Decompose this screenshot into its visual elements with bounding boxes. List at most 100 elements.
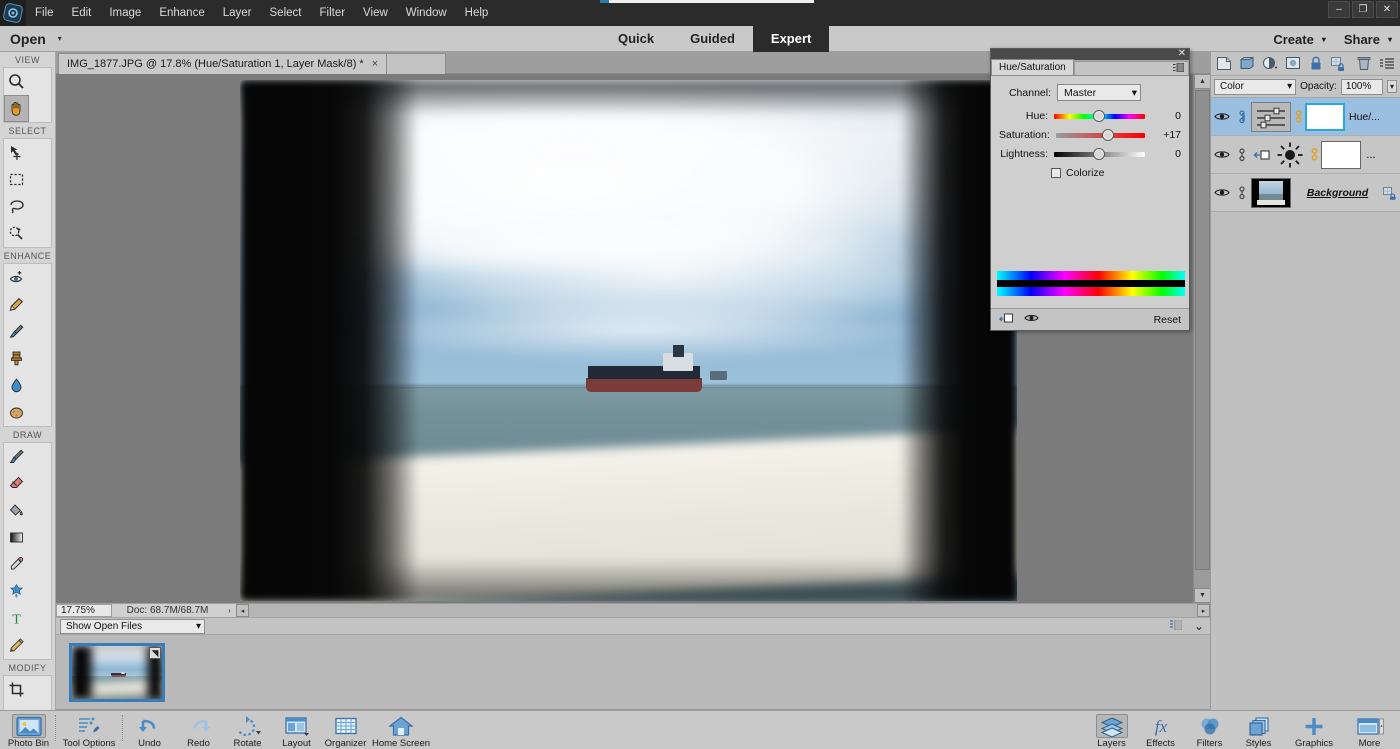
layer-row-brightness-contrast[interactable]: ...: [1211, 136, 1400, 174]
photo-bin-thumbnail[interactable]: ◥: [69, 643, 165, 702]
pencil-tool[interactable]: [4, 632, 29, 659]
clipping-mask-icon[interactable]: [1251, 148, 1273, 162]
create-button[interactable]: Create ▾: [1273, 32, 1325, 47]
tab-hue-saturation[interactable]: Hue/Saturation: [991, 59, 1074, 75]
taskbar-styles[interactable]: Styles: [1234, 711, 1283, 749]
status-expand-icon[interactable]: ›: [223, 606, 236, 615]
smart-brush-tool[interactable]: [4, 318, 29, 345]
menu-view[interactable]: View: [354, 0, 397, 26]
restore-button[interactable]: ❐: [1352, 1, 1374, 18]
layer-lock-icon[interactable]: [1380, 186, 1400, 200]
opacity-input[interactable]: 100%: [1340, 78, 1383, 95]
close-button[interactable]: ✕: [1376, 1, 1398, 18]
tab-guided[interactable]: Guided: [672, 26, 753, 52]
clip-to-layer-icon[interactable]: [998, 312, 1014, 327]
menu-enhance[interactable]: Enhance: [150, 0, 213, 26]
scroll-down-arrow-icon[interactable]: ▼: [1194, 588, 1211, 603]
lightness-slider-knob[interactable]: [1093, 147, 1106, 160]
minimize-button[interactable]: –: [1328, 1, 1350, 18]
new-fill-adjustment-layer-icon[interactable]: [1238, 55, 1256, 73]
scroll-right-arrow-icon[interactable]: ▸: [1197, 604, 1210, 617]
colorize-row[interactable]: Colorize: [1051, 167, 1181, 179]
layer-mask-thumbnail[interactable]: [1321, 140, 1361, 169]
move-tool[interactable]: [4, 139, 29, 166]
taskbar-more[interactable]: More: [1345, 711, 1394, 749]
taskbar-home-screen[interactable]: Home Screen: [370, 711, 432, 749]
panel-menu-icon[interactable]: [1169, 619, 1183, 633]
hand-tool[interactable]: [4, 95, 29, 122]
menu-select[interactable]: Select: [261, 0, 311, 26]
create-adjustment-layer-icon[interactable]: [1261, 55, 1279, 73]
close-icon[interactable]: ✕: [1178, 48, 1186, 59]
tab-expert[interactable]: Expert: [752, 26, 830, 52]
scroll-up-arrow-icon[interactable]: ▲: [1194, 74, 1211, 89]
zoom-tool[interactable]: [4, 68, 29, 95]
share-button[interactable]: Share ▾: [1344, 32, 1392, 47]
photo-bin[interactable]: ◥: [56, 635, 1210, 710]
layers-panel-menu-icon[interactable]: [1378, 55, 1396, 73]
taskbar-tool-options[interactable]: Tool Options: [58, 711, 120, 749]
saturation-slider-track[interactable]: [1055, 128, 1146, 141]
type-tool[interactable]: T: [4, 605, 29, 632]
layer-row-hue-saturation[interactable]: Hue/...: [1211, 98, 1400, 136]
layer-visibility-icon[interactable]: [1211, 149, 1233, 160]
panel-menu-icon[interactable]: [1173, 62, 1185, 75]
taskbar-layers[interactable]: Layers: [1087, 711, 1136, 749]
clone-stamp-tool[interactable]: [4, 345, 29, 372]
custom-shape-tool[interactable]: [4, 578, 29, 605]
background-layer-thumbnail[interactable]: [1251, 177, 1291, 208]
vertical-scroll-thumb[interactable]: [1195, 90, 1210, 570]
blend-mode-select[interactable]: Color ▾: [1214, 78, 1297, 95]
taskbar-organizer[interactable]: Organizer: [321, 711, 370, 749]
hue-slider-knob[interactable]: [1093, 109, 1106, 122]
lock-all-icon[interactable]: [1307, 55, 1325, 73]
opacity-caret-icon[interactable]: ▾: [1386, 80, 1397, 93]
hue-saturation-panel[interactable]: ✕ Hue/Saturation Channel: Master ▾ Hue:: [990, 48, 1190, 331]
channel-select[interactable]: Master ▾: [1057, 84, 1141, 101]
paint-bucket-tool[interactable]: [4, 497, 29, 524]
close-document-icon[interactable]: ×: [372, 58, 378, 70]
lightness-slider-track[interactable]: [1054, 147, 1145, 160]
adjustment-layer-thumbnail[interactable]: [1251, 101, 1291, 132]
menu-filter[interactable]: Filter: [310, 0, 354, 26]
quick-selection-tool[interactable]: [4, 220, 29, 247]
eraser-tool[interactable]: [4, 470, 29, 497]
menu-help[interactable]: Help: [456, 0, 498, 26]
eye-preview-icon[interactable]: [1024, 313, 1039, 326]
gradient-tool[interactable]: [4, 524, 29, 551]
red-eye-removal-tool[interactable]: [4, 264, 29, 291]
document-image[interactable]: [240, 80, 1017, 601]
add-layer-mask-icon[interactable]: [1284, 55, 1302, 73]
show-open-files-select[interactable]: Show Open Files ▾: [60, 618, 205, 634]
saturation-slider-knob[interactable]: [1102, 128, 1115, 141]
menu-file[interactable]: File: [26, 0, 63, 26]
layer-mask-chain-icon[interactable]: [1291, 109, 1305, 124]
hue-value[interactable]: 0: [1153, 110, 1181, 122]
crop-tool[interactable]: [4, 676, 29, 703]
open-button[interactable]: Open: [10, 31, 46, 47]
layer-mask-chain-icon[interactable]: [1307, 147, 1321, 162]
layer-link-icon[interactable]: [1233, 109, 1251, 125]
taskbar-rotate[interactable]: Rotate: [223, 711, 272, 749]
taskbar-layout[interactable]: Layout: [272, 711, 321, 749]
brightness-contrast-thumbnail[interactable]: [1273, 140, 1307, 170]
menu-window[interactable]: Window: [397, 0, 456, 26]
canvas-vertical-scrollbar[interactable]: ▲ ▼: [1193, 74, 1211, 603]
sponge-tool[interactable]: [4, 399, 29, 426]
taskbar-effects[interactable]: fx Effects: [1136, 711, 1185, 749]
new-layer-icon[interactable]: [1215, 55, 1233, 73]
lasso-tool[interactable]: [4, 193, 29, 220]
layer-visibility-icon[interactable]: [1211, 187, 1233, 198]
reset-button[interactable]: Reset: [1154, 314, 1181, 326]
zoom-level-input[interactable]: 17.75%: [56, 604, 112, 617]
menu-layer[interactable]: Layer: [214, 0, 261, 26]
eyedropper-tool[interactable]: [4, 551, 29, 578]
taskbar-redo[interactable]: Redo: [174, 711, 223, 749]
saturation-value[interactable]: +17: [1153, 129, 1181, 141]
layer-link-icon[interactable]: [1233, 147, 1251, 163]
spot-healing-brush-tool[interactable]: [4, 291, 29, 318]
taskbar-filters[interactable]: Filters: [1185, 711, 1234, 749]
menu-edit[interactable]: Edit: [63, 0, 101, 26]
taskbar-photo-bin[interactable]: Photo Bin: [4, 711, 53, 749]
menu-image[interactable]: Image: [100, 0, 150, 26]
